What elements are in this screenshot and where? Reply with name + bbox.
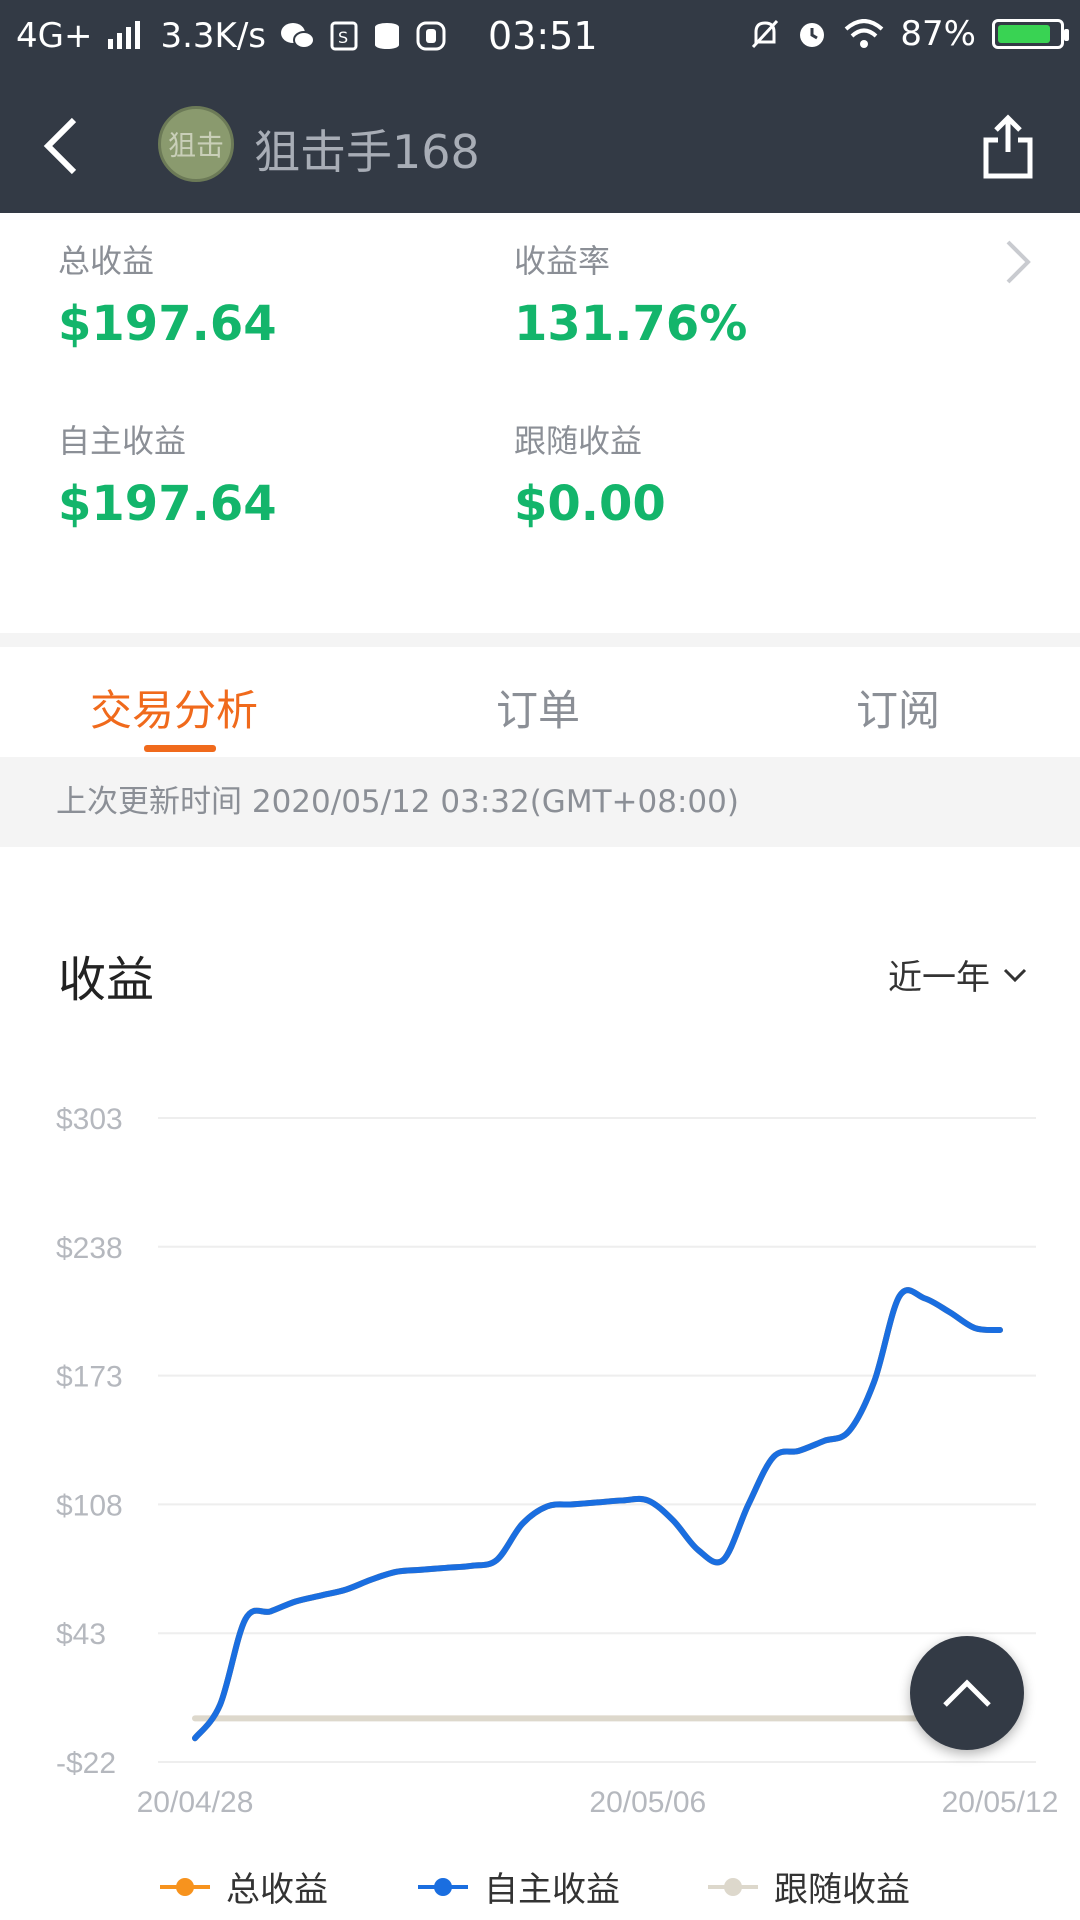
wifi-icon — [845, 19, 884, 48]
legend-marker — [708, 1875, 758, 1899]
x-tick-label: 20/05/12 — [942, 1786, 1059, 1819]
legend-label: 自主收益 — [484, 1870, 620, 1910]
stat-total-value: $197.64 — [58, 296, 277, 352]
stat-follow-label: 跟随收益 — [514, 422, 643, 460]
network-label: 4G+ — [16, 16, 93, 56]
network-speed: 3.3K/s — [160, 16, 267, 56]
chevron-left-icon — [43, 117, 77, 175]
legend-item[interactable]: 总收益 — [160, 1862, 328, 1911]
legend-marker — [418, 1875, 468, 1899]
avatar[interactable]: 狙击 — [158, 106, 234, 182]
stat-rate-label: 收益率 — [514, 242, 611, 280]
y-tick-label: $108 — [56, 1489, 123, 1522]
app-header: 狙击 狙击手168 — [0, 76, 1080, 213]
range-selector[interactable]: 近一年 — [888, 950, 1028, 999]
stat-self: 自主收益 $197.64 — [58, 416, 277, 532]
stats-detail-button[interactable] — [1002, 238, 1032, 286]
tab-subscriptions[interactable]: 订阅 — [856, 677, 940, 738]
stat-follow: 跟随收益 $0.00 — [514, 416, 666, 532]
avatar-text: 狙击 — [167, 129, 224, 162]
legend-item[interactable]: 跟随收益 — [708, 1862, 910, 1911]
legend-item[interactable]: 自主收益 — [418, 1862, 620, 1911]
share-icon — [983, 114, 1033, 179]
chevron-down-icon — [1003, 968, 1027, 982]
chart-title: 收益 — [58, 952, 155, 1008]
database-icon — [375, 23, 400, 49]
stat-rate-value: 131.76% — [514, 296, 748, 352]
chart-legend: 总收益 自主收益 跟随收益 — [0, 1862, 1080, 1912]
stat-total-label: 总收益 — [58, 242, 155, 280]
hand-icon — [416, 21, 446, 51]
stat-self-value: $197.64 — [58, 476, 277, 532]
tab-analysis[interactable]: 交易分析 — [90, 677, 258, 738]
y-tick-label: $43 — [56, 1618, 106, 1651]
legend-marker-dot — [724, 1877, 742, 1896]
profit-chart[interactable]: $303 $238 $173 $108 $43 -$22 20/04/28 20/05/06 2… — [0, 1080, 1080, 1840]
legend-marker — [160, 1875, 210, 1899]
stat-self-label: 自主收益 — [58, 422, 187, 460]
stat-total: 总收益 $197.64 — [58, 236, 277, 352]
x-tick-label: 20/05/06 — [589, 1786, 706, 1819]
y-tick-label: -$22 — [56, 1747, 116, 1780]
username: 狙击手168 — [254, 125, 480, 179]
stat-rate: 收益率 131.76% — [514, 236, 747, 352]
legend-marker-dot — [176, 1877, 194, 1896]
signal-icon — [108, 21, 141, 49]
share-button[interactable] — [980, 114, 1036, 180]
update-time: 上次更新时间 2020/05/12 03:32(GMT+08:00) — [0, 757, 1080, 847]
stat-follow-value: $0.00 — [514, 476, 666, 532]
legend-marker-dot — [434, 1877, 452, 1896]
y-tick-label: $238 — [56, 1232, 123, 1265]
legend-label: 总收益 — [226, 1870, 328, 1910]
tab-orders[interactable]: 订单 — [496, 677, 580, 738]
tab-indicator — [144, 745, 216, 752]
chevron-right-icon — [1006, 240, 1031, 284]
section-divider — [0, 633, 1080, 647]
scroll-top-button[interactable] — [910, 1636, 1024, 1750]
sim-icon: S — [330, 21, 358, 51]
legend-label: 跟随收益 — [774, 1870, 910, 1910]
chart-svg: $303 $238 $173 $108 $43 -$22 20/04/28 20/05/06 2… — [56, 1103, 1059, 1819]
clock: 03:51 — [488, 14, 598, 58]
battery-percent: 87% — [900, 14, 976, 54]
range-label: 近一年 — [888, 958, 990, 998]
back-button[interactable] — [36, 106, 106, 186]
y-tick-label: $303 — [56, 1103, 123, 1136]
tab-bar: 交易分析 订单 订阅 — [0, 647, 1080, 757]
y-tick-label: $173 — [56, 1361, 123, 1394]
chevron-up-icon — [943, 1679, 991, 1707]
alarm-icon — [800, 23, 825, 47]
series-line-self — [192, 1287, 1003, 1742]
mute-bell-icon — [752, 19, 779, 49]
svg-text:S: S — [338, 28, 348, 47]
wechat-icon — [281, 23, 316, 49]
status-bar: 4G+ 3.3K/s S 03:51 87% — [0, 0, 1080, 76]
battery-icon — [992, 19, 1069, 49]
x-tick-label: 20/04/28 — [137, 1786, 254, 1819]
